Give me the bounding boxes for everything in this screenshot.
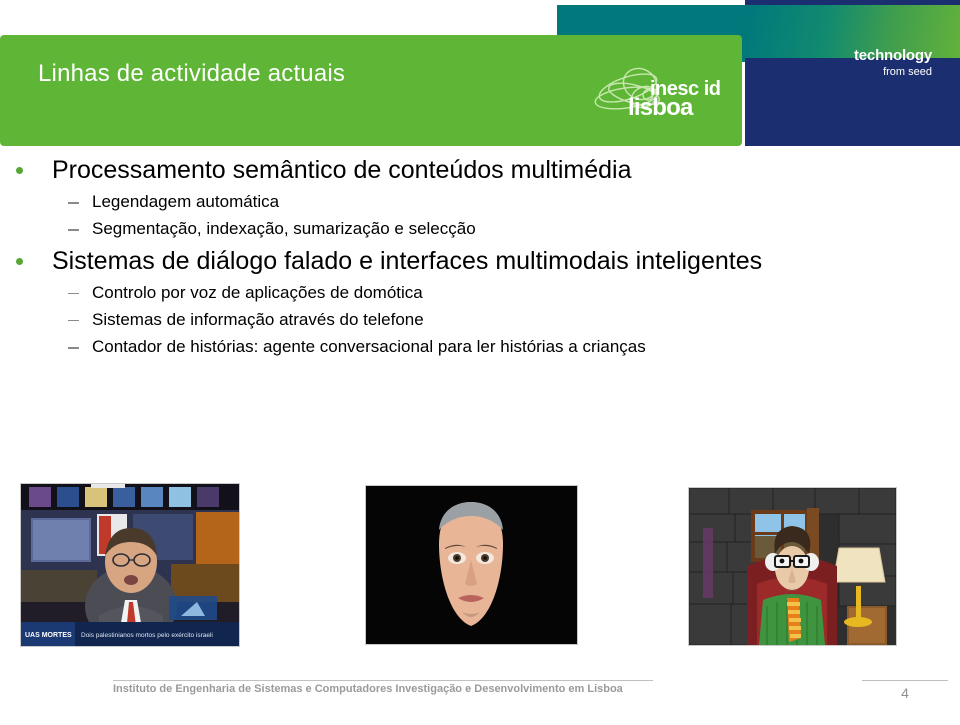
footer-divider-right xyxy=(862,680,948,681)
tagline-sub-text: from seed xyxy=(883,66,932,78)
bullet-level1: Processamento semântico de conteúdos mul… xyxy=(0,155,960,185)
bullet-level2: Controlo por voz de aplicações de domóti… xyxy=(0,282,960,303)
talking-head-avatar-image xyxy=(365,485,578,645)
bullet-level2: Segmentação, indexação, sumarização e se… xyxy=(0,218,960,239)
slide-header: Linhas de actividade actuais inesc id li… xyxy=(0,0,960,146)
bullet-level2: Legendagem automática xyxy=(0,191,960,212)
slide-footer: Instituto de Engenharia de Sistemas e Co… xyxy=(0,672,960,725)
illustration-row: UAS MORTES Dois palestinianos mortos pel… xyxy=(0,483,960,658)
slide-body: Processamento semântico de conteúdos mul… xyxy=(0,155,960,363)
bullet-level2: Sistemas de informação através do telefo… xyxy=(0,309,960,330)
footer-organization-name: Instituto de Engenharia de Sistemas e Co… xyxy=(113,683,623,695)
content-group: Sistemas de diálogo falado e interfaces … xyxy=(0,246,960,358)
inesc-id-lisboa-logo: inesc id lisboa xyxy=(588,62,740,138)
news-anchor-broadcast-image: UAS MORTES Dois palestinianos mortos pel… xyxy=(20,483,240,647)
lisboa-text: lisboa xyxy=(628,94,693,122)
technology-from-seed-tagline: technology from seed xyxy=(745,47,950,78)
page-number: 4 xyxy=(901,685,909,701)
content-group: Processamento semântico de conteúdos mul… xyxy=(0,155,960,240)
storyteller-agent-image xyxy=(688,487,897,646)
svg-text:Dois palestinianos mortos pelo: Dois palestinianos mortos pelo exército … xyxy=(81,632,213,639)
bullet-level2: Contador de histórias: agente conversaci… xyxy=(0,336,960,357)
inesc-wordmark: inesc id lisboa xyxy=(628,79,721,120)
svg-text:UAS MORTES: UAS MORTES xyxy=(25,632,72,639)
page-title: Linhas de actividade actuais xyxy=(38,60,346,87)
bullet-level1: Sistemas de diálogo falado e interfaces … xyxy=(0,246,960,276)
tagline-main-text: technology xyxy=(853,47,932,64)
footer-divider-left xyxy=(113,680,653,681)
